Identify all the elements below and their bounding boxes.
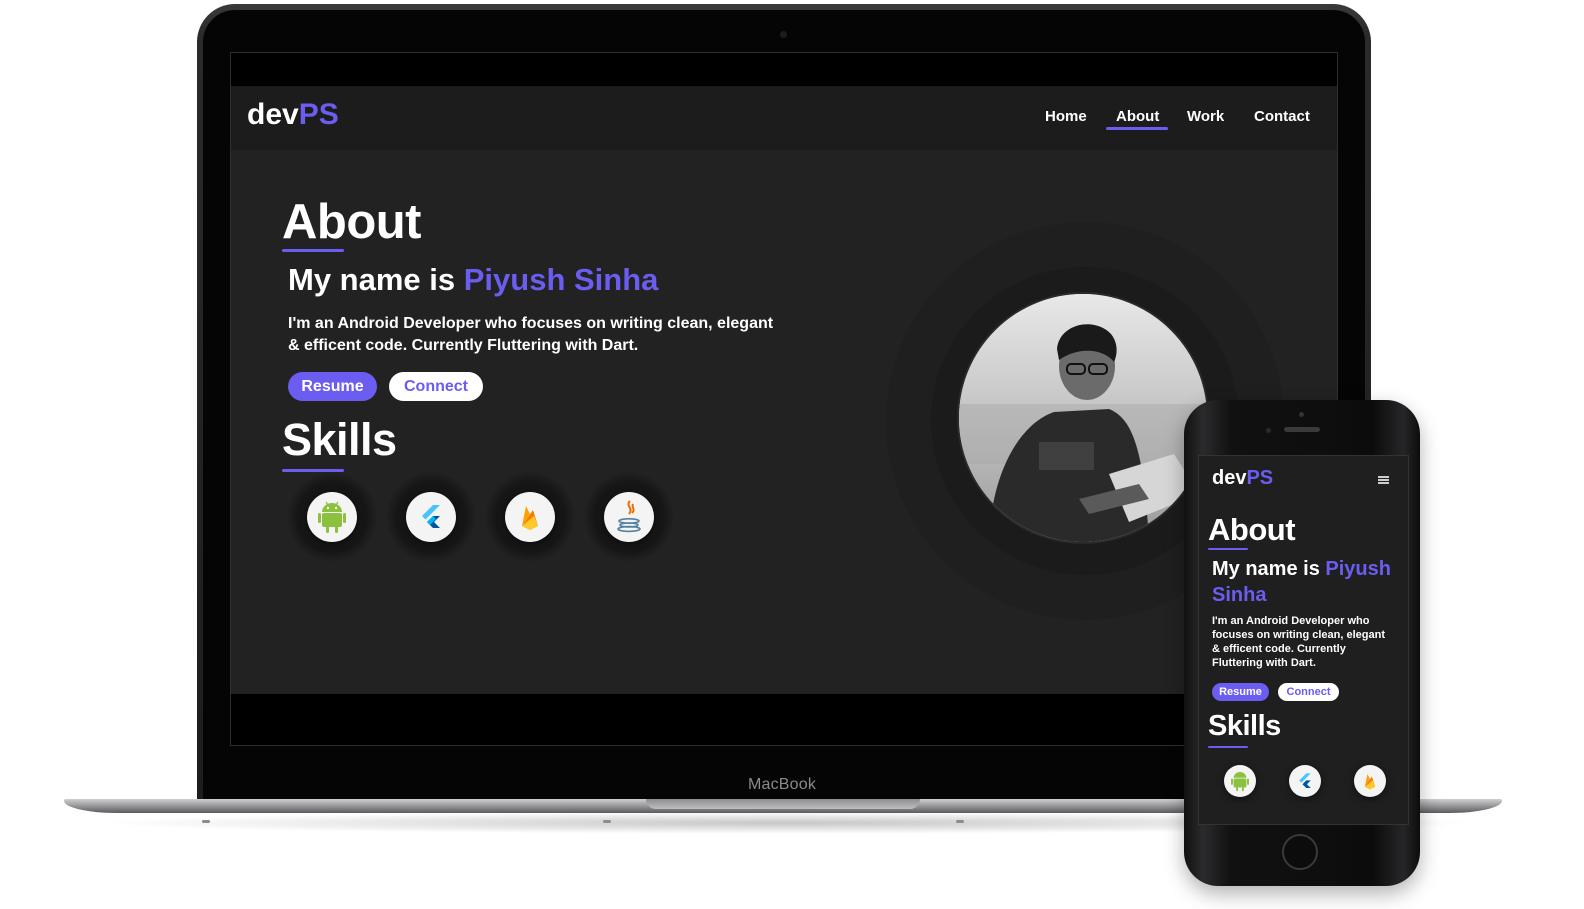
laptop-notch [646,799,920,809]
site-logo[interactable]: devPS [247,98,339,132]
about-description-line: & efficent code. Currently Fluttering wi… [288,337,639,354]
firebase-icon [1354,765,1386,797]
menu-line [1378,482,1389,484]
phone-sensor [1266,428,1271,433]
laptop-foot [202,820,210,823]
laptop-brand-label: MacBook [747,776,817,793]
phone-home-button[interactable] [1282,834,1318,870]
mobile-resume-button[interactable]: Resume [1212,683,1269,701]
laptop-foot [956,820,964,823]
flutter-icon [406,492,456,542]
mobile-intro-name: Piyush [1325,558,1391,580]
intro-prefix: My name is [288,262,464,297]
android-icon [307,492,357,542]
phone-camera [1299,412,1304,417]
flutter-icon [1289,765,1321,797]
laptop-screen: devPS Home About Work Contact About My n… [230,52,1338,746]
android-icon [1224,765,1256,797]
intro-name: Piyush Sinha [463,262,659,297]
mobile-about-description: I'm an Android Developer who focuses on … [1212,614,1385,670]
resume-button[interactable]: Resume [288,372,377,401]
navbar: devPS Home About Work Contact [231,86,1337,150]
mobile-intro-line: My name is Piyush [1212,556,1391,582]
menu-line [1378,479,1389,481]
website-desktop: devPS Home About Work Contact About My n… [231,86,1337,694]
connect-button[interactable]: Connect [389,372,483,401]
mobile-logo-accent: PS [1246,467,1274,489]
nav-active-indicator [1106,127,1168,130]
nav-about[interactable]: About [1116,108,1159,125]
skill-firebase [485,472,575,562]
mobile-site-logo[interactable]: devPS [1212,467,1273,490]
nav-home[interactable]: Home [1045,108,1087,125]
website-mobile: devPS About My name is Piyush Sinha I'm … [1198,455,1409,825]
laptop-camera [780,31,787,38]
about-description-line: I'm an Android Developer who focuses on … [288,315,774,332]
logo-accent: PS [298,98,339,131]
skill-flutter [386,472,476,562]
about-description: I'm an Android Developer who focuses on … [288,313,773,357]
intro-heading: My name is Piyush Sinha [288,262,658,298]
profile-photo [957,292,1209,544]
mobile-description-line: focuses on writing clean, elegant [1212,629,1385,641]
skills-heading: Skills [282,414,397,465]
mobile-description-line: Fluttering with Dart. [1212,657,1316,669]
mobile-logo-text: dev [1212,467,1247,489]
menu-line [1378,476,1389,478]
logo-text: dev [247,98,299,131]
java-icon [604,492,654,542]
mobile-connect-button[interactable]: Connect [1278,683,1339,701]
mobile-intro-heading: My name is Piyush Sinha [1212,556,1391,608]
mobile-intro-prefix: My name is [1212,558,1326,580]
mobile-description-line: I'm an Android Developer who [1212,615,1370,627]
skill-android [287,472,377,562]
laptop-foot [603,820,611,823]
mobile-description-line: & efficent code. Currently [1212,643,1346,655]
mobile-skills-heading: Skills [1208,710,1281,742]
about-heading: About [282,195,422,249]
nav-work[interactable]: Work [1187,108,1224,125]
mobile-about-underline [1208,548,1248,550]
nav-contact[interactable]: Contact [1254,108,1310,125]
skill-java [584,472,674,562]
phone-speaker [1284,427,1320,432]
firebase-icon [505,492,555,542]
mobile-skills-underline [1208,746,1248,748]
about-heading-underline [282,249,344,252]
mobile-intro-name-line2: Sinha [1212,584,1267,606]
mobile-about-heading: About [1208,512,1296,547]
